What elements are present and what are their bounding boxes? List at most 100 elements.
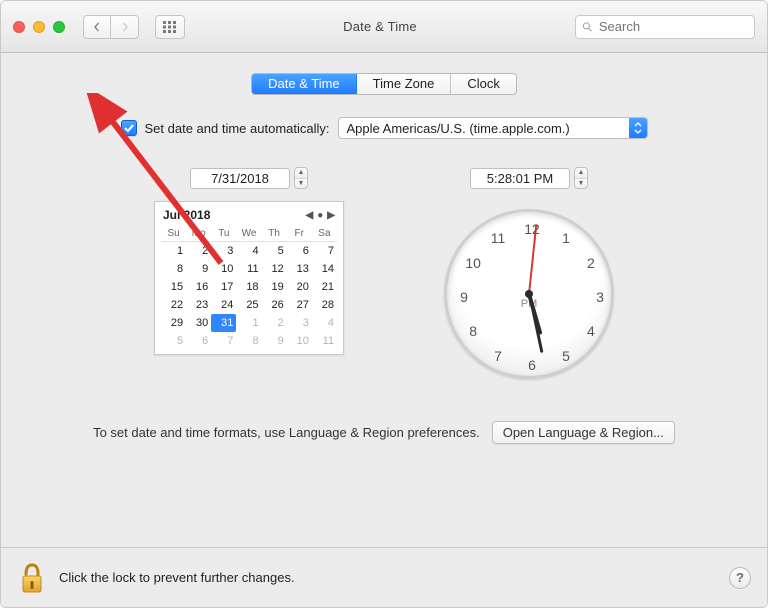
time-pane: 5:28:01 PM ▲ ▼ PM 121234567891011 [444, 167, 614, 379]
calendar-day[interactable]: 10 [211, 260, 236, 278]
calendar-day[interactable]: 26 [262, 296, 287, 314]
window-title: Date & Time [195, 19, 565, 34]
formats-hint-row: To set date and time formats, use Langua… [31, 421, 737, 444]
clock-number: 3 [596, 289, 604, 305]
calendar-dow: Sa [312, 226, 337, 242]
calendar-day[interactable]: 1 [236, 314, 261, 332]
calendar-day[interactable]: 4 [236, 242, 261, 260]
calendar-day[interactable]: 8 [236, 332, 261, 350]
tab-date-time[interactable]: Date & Time [252, 74, 357, 94]
calendar-day[interactable]: 7 [211, 332, 236, 350]
calendar-day[interactable]: 2 [262, 314, 287, 332]
clock-number: 7 [494, 348, 502, 364]
calendar-day[interactable]: 6 [287, 242, 312, 260]
clock-number: 8 [469, 323, 477, 339]
close-window-button[interactable] [13, 21, 25, 33]
show-all-button[interactable] [155, 15, 185, 39]
calendar-month-label: Jul 2018 [163, 208, 210, 222]
formats-hint-text: To set date and time formats, use Langua… [93, 425, 480, 440]
help-button[interactable]: ? [729, 567, 751, 589]
calendar-day[interactable]: 29 [161, 314, 186, 332]
calendar-day[interactable]: 16 [186, 278, 211, 296]
tab-time-zone[interactable]: Time Zone [357, 74, 452, 94]
calendar-day[interactable]: 30 [186, 314, 211, 332]
calendar-grid: SuMoTuWeThFrSa12345678910111213141516171… [161, 226, 337, 350]
search-field[interactable] [575, 15, 755, 39]
calendar-day[interactable]: 17 [211, 278, 236, 296]
calendar-day[interactable]: 31 [211, 314, 236, 332]
lock-hint-text: Click the lock to prevent further change… [59, 570, 295, 585]
stepper-down-icon: ▼ [575, 179, 587, 189]
date-input[interactable]: 7/31/2018 [190, 168, 290, 189]
auto-datetime-row: Set date and time automatically: Apple A… [31, 117, 737, 139]
calendar-day[interactable]: 15 [161, 278, 186, 296]
bottom-bar: Click the lock to prevent further change… [1, 547, 767, 607]
calendar-day[interactable]: 7 [312, 242, 337, 260]
calendar-day[interactable]: 3 [287, 314, 312, 332]
time-stepper-field: 5:28:01 PM ▲ ▼ [470, 167, 588, 189]
calendar-day[interactable]: 13 [287, 260, 312, 278]
tab-clock[interactable]: Clock [451, 74, 516, 94]
auto-datetime-label: Set date and time automatically: [145, 121, 330, 136]
calendar-day[interactable]: 24 [211, 296, 236, 314]
clock-pivot [525, 290, 533, 298]
calendar-day[interactable]: 4 [312, 314, 337, 332]
calendar-day[interactable]: 2 [186, 242, 211, 260]
calendar-dow: Tu [211, 226, 236, 242]
time-stepper[interactable]: ▲ ▼ [574, 167, 588, 189]
calendar-day[interactable]: 5 [262, 242, 287, 260]
time-input[interactable]: 5:28:01 PM [470, 168, 570, 189]
zoom-window-button[interactable] [53, 21, 65, 33]
calendar-day[interactable]: 22 [161, 296, 186, 314]
stepper-up-icon: ▲ [575, 168, 587, 179]
calendar-day[interactable]: 18 [236, 278, 261, 296]
calendar-day[interactable]: 11 [312, 332, 337, 350]
minimize-window-button[interactable] [33, 21, 45, 33]
auto-datetime-checkbox[interactable] [121, 120, 137, 136]
calendar-day[interactable]: 21 [312, 278, 337, 296]
calendar-day[interactable]: 11 [236, 260, 261, 278]
open-language-region-button[interactable]: Open Language & Region... [492, 421, 675, 444]
time-server-combo[interactable]: Apple Americas/U.S. (time.apple.com.) [338, 117, 648, 139]
preferences-window: Date & Time Date & Time Time Zone Clock … [0, 0, 768, 608]
date-stepper[interactable]: ▲ ▼ [294, 167, 308, 189]
calendar-dow: Th [262, 226, 287, 242]
date-stepper-field: 7/31/2018 ▲ ▼ [190, 167, 308, 189]
calendar-day[interactable]: 19 [262, 278, 287, 296]
titlebar: Date & Time [1, 1, 767, 53]
calendar-day[interactable]: 28 [312, 296, 337, 314]
stepper-down-icon: ▼ [295, 179, 307, 189]
calendar-day[interactable]: 20 [287, 278, 312, 296]
time-server-value: Apple Americas/U.S. (time.apple.com.) [339, 121, 629, 136]
calendar-dow: Su [161, 226, 186, 242]
calendar-day[interactable]: 12 [262, 260, 287, 278]
forward-button[interactable] [111, 15, 139, 39]
calendar-day[interactable]: 9 [262, 332, 287, 350]
search-input[interactable] [597, 18, 748, 35]
calendar-day[interactable]: 9 [186, 260, 211, 278]
calendar-today-icon[interactable]: ● [317, 210, 323, 221]
calendar-day[interactable]: 6 [186, 332, 211, 350]
lock-icon[interactable] [17, 560, 47, 596]
clock-number: 1 [562, 230, 570, 246]
calendar-nav: ◀ ● ▶ [306, 210, 335, 221]
clock-number: 2 [587, 255, 595, 271]
combo-expand-icon [629, 118, 647, 138]
calendar-day[interactable]: 1 [161, 242, 186, 260]
calendar-day[interactable]: 3 [211, 242, 236, 260]
back-button[interactable] [83, 15, 111, 39]
calendar-next-icon[interactable]: ▶ [327, 210, 335, 221]
calendar-prev-icon[interactable]: ◀ [306, 210, 314, 221]
calendar-day[interactable]: 23 [186, 296, 211, 314]
calendar-day[interactable]: 14 [312, 260, 337, 278]
clock-number: 11 [491, 230, 506, 246]
nav-buttons [83, 15, 139, 39]
calendar-day[interactable]: 10 [287, 332, 312, 350]
calendar[interactable]: Jul 2018 ◀ ● ▶ SuMoTuWeThFrSa12345678910… [154, 201, 344, 355]
calendar-day[interactable]: 27 [287, 296, 312, 314]
calendar-day[interactable]: 8 [161, 260, 186, 278]
calendar-day[interactable]: 5 [161, 332, 186, 350]
clock-number: 12 [524, 221, 540, 237]
calendar-day[interactable]: 25 [236, 296, 261, 314]
date-time-panes: 7/31/2018 ▲ ▼ Jul 2018 ◀ ● ▶ [31, 167, 737, 379]
